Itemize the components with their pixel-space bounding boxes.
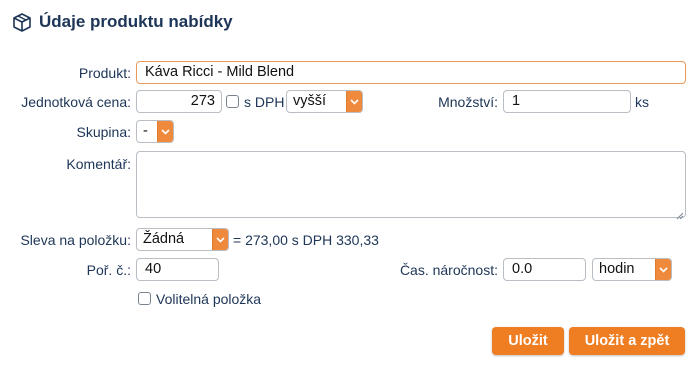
save-button[interactable]: Uložit xyxy=(492,327,564,355)
page-header: Údaje produktu nabídky xyxy=(12,10,233,34)
product-field[interactable]: Káva Ricci - Mild Blend xyxy=(136,61,686,84)
group-label: Skupina: xyxy=(76,124,131,140)
save-and-back-button[interactable]: Uložit a zpět xyxy=(569,327,685,355)
discount-summary: = 273,00 s DPH 330,33 xyxy=(233,232,379,248)
group-select[interactable]: - xyxy=(136,120,174,143)
vat-included-label: s DPH xyxy=(244,94,285,110)
vat-rate-select[interactable]: vyšší xyxy=(286,90,363,113)
order-no-field[interactable]: 40 xyxy=(136,258,219,281)
chevron-down-icon xyxy=(212,229,228,250)
chevron-down-icon xyxy=(346,91,362,112)
optional-item-label: Volitelná položka xyxy=(156,291,262,307)
discount-value: Žádná xyxy=(143,231,185,247)
product-label: Produkt: xyxy=(78,65,131,81)
quantity-unit: ks xyxy=(635,94,649,110)
time-unit-value: hodin xyxy=(599,261,635,277)
comment-textarea[interactable] xyxy=(136,151,686,218)
optional-item-checkbox[interactable] xyxy=(138,292,151,305)
group-value: - xyxy=(143,123,148,139)
order-no-label: Poř. č.: xyxy=(86,262,131,278)
unit-price-field[interactable]: 273 xyxy=(136,90,222,113)
box-icon xyxy=(12,12,32,32)
time-unit-select[interactable]: hodin xyxy=(592,258,672,281)
page-title: Údaje produktu nabídky xyxy=(39,12,233,31)
discount-select[interactable]: Žádná xyxy=(136,228,229,251)
resize-grip-icon[interactable] xyxy=(675,207,684,223)
vat-rate-value: vyšší xyxy=(293,93,327,109)
time-demand-field[interactable]: 0.0 xyxy=(503,258,586,281)
quantity-label: Množství: xyxy=(438,94,498,110)
comment-label: Komentář: xyxy=(66,156,131,172)
chevron-down-icon xyxy=(157,121,173,142)
time-demand-label: Čas. náročnost: xyxy=(399,262,498,278)
unit-price-label: Jednotková cena: xyxy=(21,94,131,110)
chevron-down-icon xyxy=(655,259,671,280)
discount-label: Sleva na položku: xyxy=(20,232,131,248)
quantity-field[interactable]: 1 xyxy=(503,90,631,113)
vat-included-checkbox[interactable] xyxy=(226,95,239,108)
